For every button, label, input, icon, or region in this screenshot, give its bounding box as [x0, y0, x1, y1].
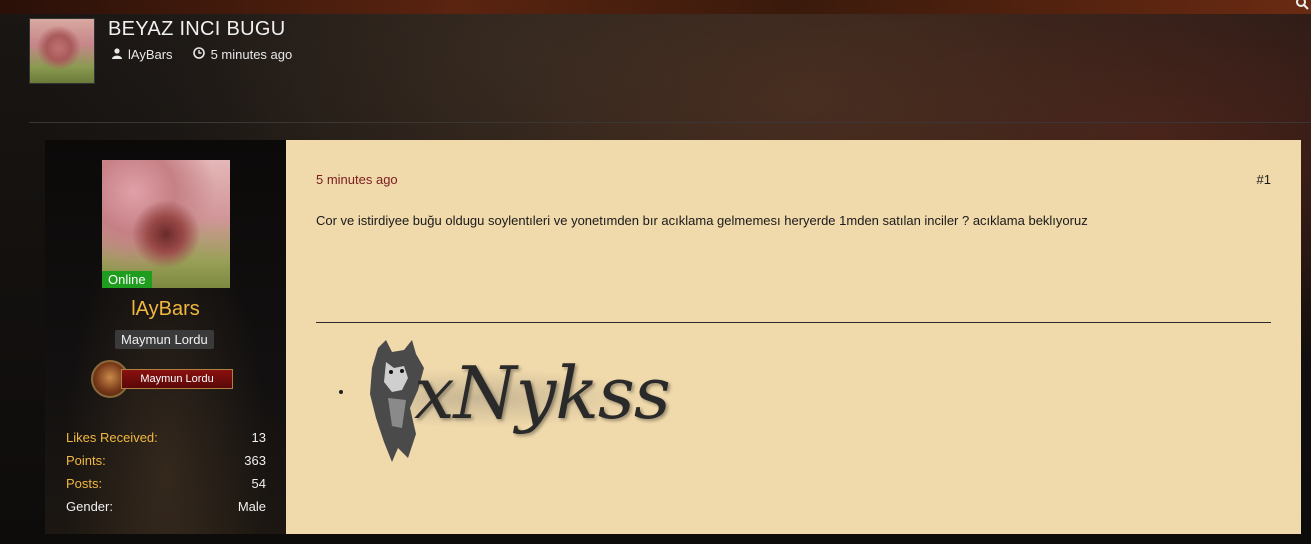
- post-body: Cor ve istirdiyee buğu oldugu soylentıle…: [316, 213, 1088, 228]
- post-date-link[interactable]: 5 minutes ago: [316, 172, 398, 187]
- thread-time-link[interactable]: 5 minutes ago: [211, 47, 293, 62]
- stat-row: Likes Received: 13: [66, 426, 266, 449]
- thread-avatar[interactable]: [29, 18, 95, 84]
- stat-value: 54: [251, 476, 266, 491]
- user-icon: [112, 47, 122, 62]
- stat-row: Posts: 54: [66, 472, 266, 495]
- user-info-panel: Online lAyBars Maymun Lordu Maymun Lordu…: [45, 140, 286, 534]
- rank-banner: Maymun Lordu: [91, 360, 239, 398]
- signature-divider: [316, 322, 1271, 323]
- online-badge: Online: [102, 271, 152, 288]
- thread-meta: lAyBars 5 minutes ago: [112, 47, 292, 62]
- stat-row: Points: 363: [66, 449, 266, 472]
- stat-value: 13: [251, 430, 266, 445]
- post-number-link[interactable]: #1: [1257, 172, 1271, 187]
- search-icon[interactable]: [1295, 0, 1309, 10]
- stat-label[interactable]: Posts:: [66, 476, 102, 491]
- clock-icon: [192, 47, 205, 62]
- stat-label: Gender:: [66, 499, 113, 514]
- stat-value: Male: [237, 499, 266, 514]
- user-stats: Likes Received: 13 Points: 363 Posts: 54…: [66, 426, 266, 518]
- signature-bullet: [339, 390, 343, 394]
- username-link[interactable]: lAyBars: [45, 298, 286, 321]
- header-banner: [0, 0, 1311, 14]
- stat-row: Gender: Male: [66, 495, 266, 518]
- user-title-badge: Maymun Lordu: [115, 330, 214, 349]
- thread-author-link[interactable]: lAyBars: [128, 47, 173, 62]
- post-content: 5 minutes ago #1 Cor ve istirdiyee buğu …: [286, 140, 1301, 534]
- signature-text: xNykss: [414, 351, 671, 435]
- header-divider: [29, 122, 1311, 123]
- stat-value: 363: [244, 453, 266, 468]
- page-title: BEYAZ INCI BUGU: [108, 18, 286, 40]
- stat-label[interactable]: Points:: [66, 453, 106, 468]
- avatar[interactable]: Online: [102, 160, 230, 288]
- stat-label[interactable]: Likes Received:: [66, 430, 158, 445]
- rank-ribbon: Maymun Lordu: [121, 369, 233, 389]
